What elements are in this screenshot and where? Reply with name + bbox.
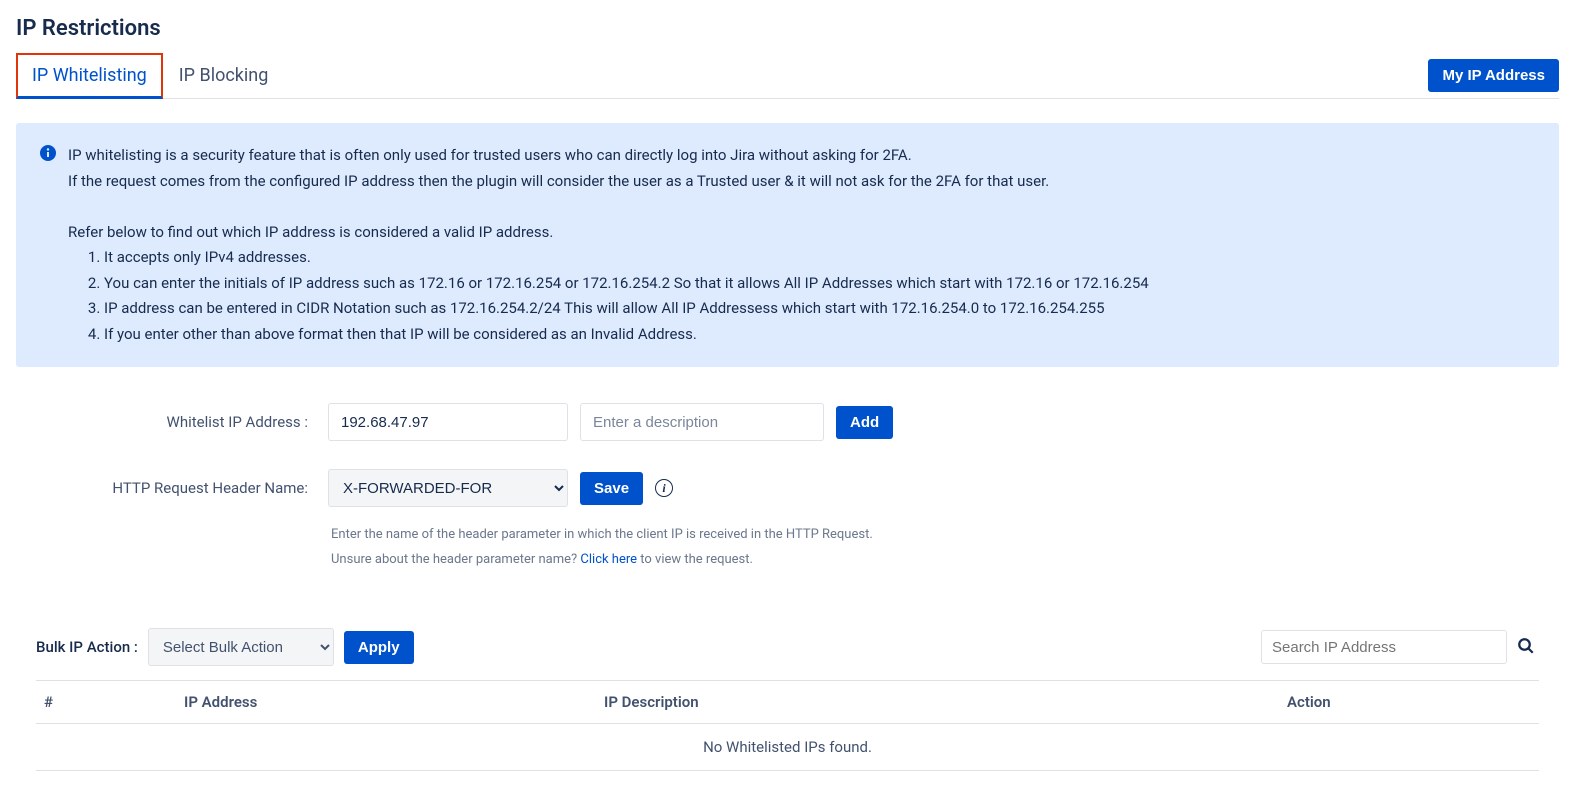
save-button[interactable]: Save	[580, 472, 643, 505]
tab-bar: IP Whitelisting IP Blocking My IP Addres…	[16, 53, 1559, 99]
whitelist-description-input[interactable]	[580, 403, 824, 441]
info-list-item: It accepts only IPv4 addresses.	[104, 245, 1149, 271]
http-header-row: HTTP Request Header Name: X-FORWARDED-FO…	[16, 469, 1559, 507]
info-icon	[40, 145, 56, 347]
bulk-action-label: Bulk IP Action :	[36, 638, 138, 656]
helper-text: Enter the name of the header parameter i…	[331, 523, 1559, 572]
ip-table: # IP Address IP Description Action No Wh…	[36, 680, 1539, 771]
apply-button[interactable]: Apply	[344, 631, 414, 664]
info-line-3: Refer below to find out which IP address…	[68, 220, 1149, 246]
info-content: IP whitelisting is a security feature th…	[68, 143, 1149, 347]
column-action: Action	[1279, 681, 1539, 724]
search-icon	[1517, 637, 1535, 655]
add-button[interactable]: Add	[836, 406, 893, 439]
bulk-action-row: Bulk IP Action : Select Bulk Action Appl…	[16, 628, 1559, 666]
column-ip-description: IP Description	[596, 681, 1279, 724]
tab-ip-blocking[interactable]: IP Blocking	[163, 53, 285, 99]
info-line-2: If the request comes from the configured…	[68, 169, 1149, 195]
http-header-select[interactable]: X-FORWARDED-FOR	[328, 469, 568, 507]
tab-ip-whitelisting[interactable]: IP Whitelisting	[16, 53, 163, 99]
info-line-1: IP whitelisting is a security feature th…	[68, 143, 1149, 169]
whitelist-ip-input[interactable]	[328, 403, 568, 441]
info-list-item: You can enter the initials of IP address…	[104, 271, 1149, 297]
search-button[interactable]	[1513, 633, 1539, 662]
info-list-item: If you enter other than above format the…	[104, 322, 1149, 348]
info-panel: IP whitelisting is a security feature th…	[16, 123, 1559, 367]
column-ip-address: IP Address	[176, 681, 596, 724]
help-icon[interactable]: i	[655, 479, 673, 497]
bulk-action-select[interactable]: Select Bulk Action	[148, 628, 334, 666]
whitelist-ip-label: Whitelist IP Address :	[16, 413, 316, 431]
page-title: IP Restrictions	[16, 16, 1559, 41]
column-number: #	[36, 681, 176, 724]
helper-line-2: Unsure about the header parameter name? …	[331, 548, 1559, 573]
empty-state: No Whitelisted IPs found.	[36, 724, 1539, 771]
click-here-link[interactable]: Click here	[580, 552, 637, 567]
my-ip-address-button[interactable]: My IP Address	[1428, 59, 1559, 92]
http-header-label: HTTP Request Header Name:	[16, 479, 316, 497]
search-ip-input[interactable]	[1261, 630, 1507, 664]
whitelist-ip-row: Whitelist IP Address : Add	[16, 403, 1559, 441]
info-list-item: IP address can be entered in CIDR Notati…	[104, 296, 1149, 322]
helper-line-1: Enter the name of the header parameter i…	[331, 523, 1559, 548]
